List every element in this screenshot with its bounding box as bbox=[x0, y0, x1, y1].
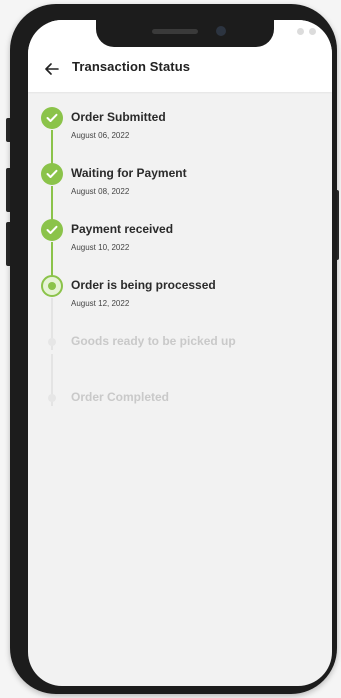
notch bbox=[96, 20, 274, 47]
speaker-grille bbox=[152, 29, 198, 34]
step-label: Waiting for Payment bbox=[71, 166, 187, 180]
check-circle-icon bbox=[41, 163, 63, 185]
pending-step-dot bbox=[48, 394, 56, 402]
phone-screen: Transaction Status Order Submitted August… bbox=[28, 20, 332, 686]
back-button[interactable] bbox=[40, 58, 64, 80]
step-date: August 06, 2022 bbox=[71, 131, 130, 140]
current-step-icon bbox=[41, 275, 63, 297]
stage: Transaction Status Order Submitted August… bbox=[0, 0, 341, 698]
status-icon bbox=[309, 28, 316, 35]
step-date: August 10, 2022 bbox=[71, 243, 130, 252]
pending-step-dot bbox=[48, 338, 56, 346]
page-title: Transaction Status bbox=[72, 59, 191, 74]
current-step-dot bbox=[48, 282, 56, 290]
check-circle-icon bbox=[41, 219, 63, 241]
step-date: August 12, 2022 bbox=[71, 299, 130, 308]
back-arrow-icon bbox=[45, 63, 59, 75]
status-bar-icons bbox=[297, 28, 316, 35]
phone-frame: Transaction Status Order Submitted August… bbox=[10, 4, 337, 694]
step-label: Order Submitted bbox=[71, 110, 166, 124]
front-camera bbox=[216, 26, 226, 36]
step-label: Order is being processed bbox=[71, 278, 216, 292]
step-label: Order Completed bbox=[71, 390, 170, 404]
check-circle-icon bbox=[41, 107, 63, 129]
step-date: August 08, 2022 bbox=[71, 187, 130, 196]
step-label: Payment received bbox=[71, 222, 174, 236]
step-label: Goods ready to be picked up bbox=[71, 334, 236, 348]
status-icon bbox=[297, 28, 304, 35]
